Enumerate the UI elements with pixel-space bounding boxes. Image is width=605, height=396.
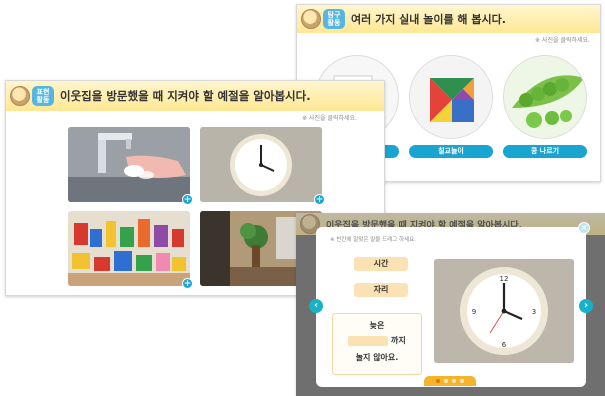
wall-clock-icon: 12 3 6 9 [434, 259, 574, 363]
page-dot[interactable] [444, 379, 448, 383]
hint-text: ※ 사진을 클릭하세요. [302, 115, 357, 122]
sentence-line-3: 놀지 않아요. [355, 353, 399, 362]
draggable-word[interactable]: 자리 [354, 283, 408, 297]
hint-text: ※ 사진을 클릭하세요. [535, 37, 590, 44]
prev-arrow-icon[interactable]: ‹ [309, 299, 323, 313]
pagination-dots [424, 376, 476, 386]
sentence-line-1: 늦은 [369, 321, 385, 330]
sentence-line-2: 까지 [333, 335, 421, 346]
tangram-picture[interactable] [409, 55, 493, 139]
hand-washing-photo[interactable] [68, 127, 190, 202]
tangram-button[interactable]: 칠교놀이 [409, 145, 493, 158]
screenshot-stage: 탐구 활동 여러 가지 실내 놀이를 해 봅시다. ※ 사진을 클릭하세요. 기 [0, 0, 605, 396]
svg-text:3: 3 [532, 308, 536, 316]
mascot-icon [301, 9, 321, 29]
expand-icon[interactable]: + [182, 278, 193, 289]
close-icon[interactable]: × [578, 222, 590, 234]
draggable-word[interactable]: 시간 [354, 257, 408, 271]
wall-clock-photo: 12 3 6 9 [434, 259, 574, 363]
page-dot[interactable] [452, 379, 456, 383]
instruction-text: ※ 빈칸에 알맞은 말을 드래그 하세요. [330, 237, 416, 243]
expand-icon[interactable]: + [182, 194, 193, 205]
toys-icon [68, 211, 190, 286]
title-bar: 탐구 활동 여러 가지 실내 놀이를 해 봅시다. [297, 5, 600, 33]
mascot-icon [10, 86, 30, 106]
answer-blank[interactable] [348, 335, 389, 346]
tangram-label: 칠교놀이 [438, 147, 464, 155]
wall-clock-icon [200, 127, 322, 202]
page-dot[interactable] [436, 379, 440, 383]
wall-clock-photo[interactable] [200, 127, 322, 202]
next-arrow-icon[interactable]: › [579, 299, 593, 313]
sentence-suffix: 까지 [391, 336, 406, 345]
peas-picture[interactable] [503, 55, 587, 139]
quiz-slide: 이웃집을 방문했을 때 지켜야 할 예절을 알아봅시다. ※ 빈칸에 알맞은 말… [296, 213, 605, 396]
title-bar: 표현 활동 이웃집을 방문했을 때 지켜야 할 예절을 알아봅시다. [6, 81, 384, 111]
hand-washing-icon [68, 127, 190, 202]
page-dot[interactable] [460, 379, 464, 383]
svg-text:12: 12 [500, 275, 509, 283]
activity-badge: 표현 활동 [32, 86, 54, 106]
expand-icon[interactable]: + [314, 194, 325, 205]
peas-label: 콩 나르기 [530, 147, 560, 155]
peas-button[interactable]: 콩 나르기 [503, 145, 587, 158]
svg-text:9: 9 [472, 308, 476, 316]
sentence-box: 늦은 까지 놀지 않아요. [332, 313, 422, 375]
toys-photo[interactable] [68, 211, 190, 286]
slide-title: 이웃집을 방문했을 때 지켜야 할 예절을 알아봅시다. [60, 89, 311, 103]
quiz-popup: ※ 빈칸에 알맞은 말을 드래그 하세요. 시간 자리 늦은 까지 놀지 않아요… [316, 227, 586, 387]
peas-picture-icon [504, 56, 586, 138]
tangram-picture-icon [410, 56, 492, 138]
svg-text:6: 6 [502, 341, 507, 349]
slide-title: 여러 가지 실내 놀이를 해 봅시다. [351, 13, 506, 26]
activity-badge: 탐구 활동 [323, 9, 345, 29]
